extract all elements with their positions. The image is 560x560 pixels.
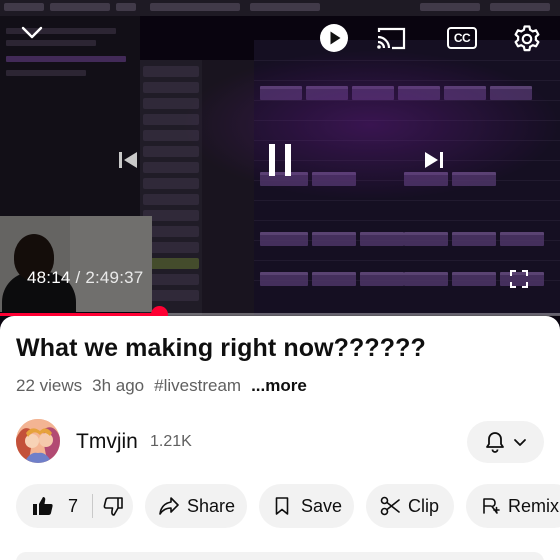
channel-name[interactable]: Tmvjin [76,430,138,454]
next-video-button[interactable] [414,140,454,180]
captions-button[interactable]: CC [445,24,479,52]
video-details-sheet: What we making right now?????? 22 views … [0,316,560,560]
collapse-player-button[interactable] [14,18,50,48]
share-button[interactable]: Share [145,484,247,528]
like-dislike-pill: 7 [16,484,133,528]
skip-previous-icon [119,152,137,168]
fullscreen-button[interactable] [504,264,534,294]
gear-icon [514,25,540,52]
scissors-icon [380,496,400,516]
share-icon [159,497,179,515]
bell-icon [485,432,504,453]
fullscreen-icon [510,270,528,288]
view-count: 22 views [16,376,83,395]
video-player[interactable]: CC 48:14 / 2:49:37 [0,0,560,330]
previous-video-button[interactable] [108,140,148,180]
pause-button[interactable] [252,132,308,188]
time-separator: / [70,268,86,287]
hashtag-link[interactable]: #livestream [154,376,241,396]
video-timecode: 48:14 / 2:49:37 [27,268,143,288]
thumbs-down-icon [103,496,123,516]
subscriber-count: 1.21K [150,433,192,450]
pause-icon [269,144,291,176]
current-time: 48:14 [27,268,71,287]
remix-icon [483,498,500,514]
cast-icon [377,27,406,50]
duration: 2:49:37 [85,268,144,287]
notification-bell-button[interactable] [467,421,544,463]
chevron-down-icon [513,438,526,446]
autoplay-icon [320,24,348,52]
like-divider [92,494,94,518]
action-bar: 7 Share Save Clip Remix [0,484,560,528]
settings-button[interactable] [508,20,546,58]
thumbs-up-icon [33,497,53,515]
clip-label: Clip [408,495,440,516]
upload-age: 3h ago [92,376,145,395]
bookmark-icon [275,497,289,515]
remix-button[interactable]: Remix [466,484,560,528]
save-label: Save [301,495,343,516]
remix-label: Remix [508,495,560,516]
share-label: Share [187,495,236,516]
video-meta[interactable]: 22 views 3h ago #livestream ...more [16,376,307,396]
channel-avatar[interactable] [16,419,60,463]
video-title[interactable]: What we making right now?????? [16,334,426,363]
cast-button[interactable] [373,22,409,54]
dislike-button[interactable] [103,496,123,516]
save-button[interactable]: Save [259,484,354,528]
chevron-down-icon [21,26,43,39]
clip-button[interactable]: Clip [366,484,454,528]
closed-captions-icon: CC [447,27,477,49]
like-button[interactable]: 7 [32,496,78,517]
description-card[interactable] [16,552,544,560]
skip-next-icon [425,152,443,168]
like-count: 7 [68,495,79,516]
autoplay-toggle[interactable] [318,22,350,54]
avatar-image [16,419,60,463]
more-description-link[interactable]: ...more [251,376,307,396]
